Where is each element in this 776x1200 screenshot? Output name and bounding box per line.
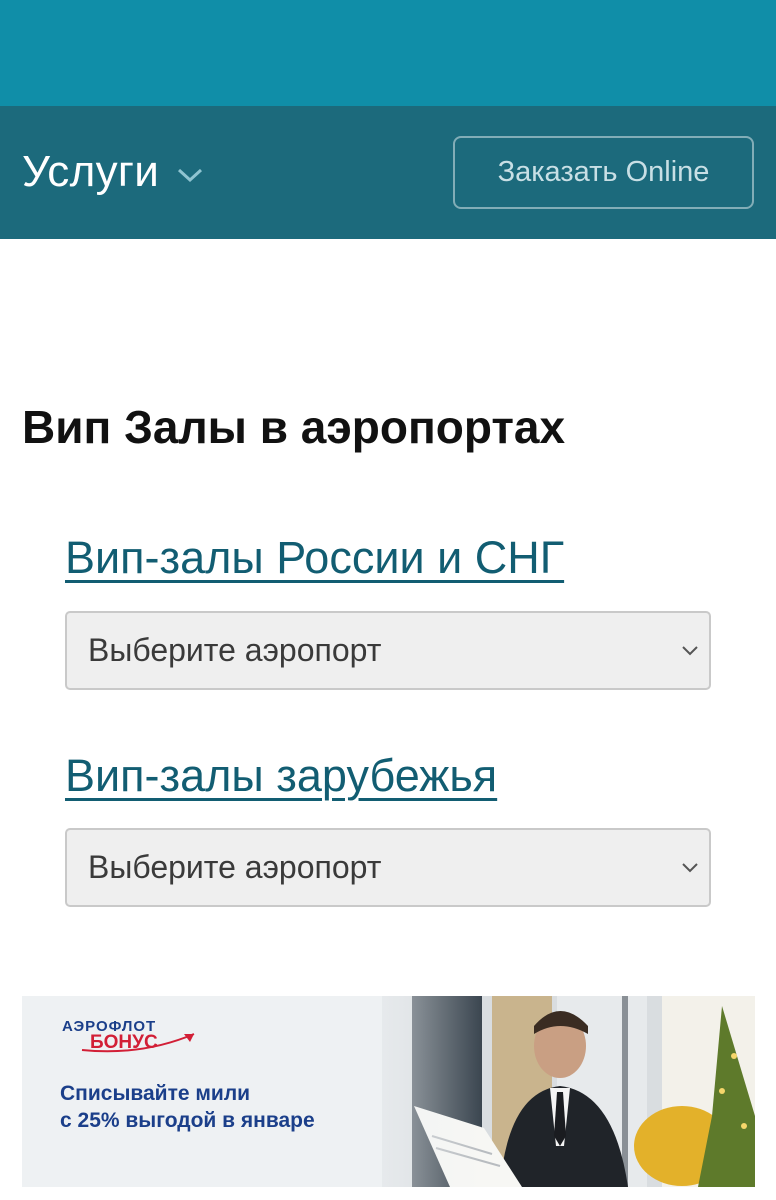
dropdown-arrow-icon [682,863,698,873]
airport-select-value: Выберите аэропорт [88,632,382,668]
chevron-down-icon [178,168,203,183]
airport-select-value: Выберите аэропорт [88,849,382,885]
banner-brand-bonus: БОНУС [90,1032,158,1053]
foreign-lounges-link[interactable]: Вип-залы зарубежья [65,750,497,802]
dropdown-arrow-icon [682,646,698,656]
services-label: Услуги [22,147,160,196]
top-color-band [0,0,776,106]
services-menu-toggle[interactable]: Услуги [22,142,203,202]
page-title: Вип Залы в аэропортах [22,401,566,453]
banner-promo-line-2: с 25% выгодой в январе [60,1109,315,1132]
order-online-button[interactable]: Заказать Online [453,136,754,209]
banner-promo-line-1: Списывайте мили [60,1082,251,1105]
aeroflot-bonus-banner[interactable]: АЭРОФЛОТ БОНУС Списывайте мили с 25% выг… [22,996,755,1187]
foreign-airport-select[interactable]: Выберите аэропорт [65,828,711,907]
russia-airport-select[interactable]: Выберите аэропорт [65,611,711,690]
russia-cis-lounges-link[interactable]: Вип-залы России и СНГ [65,532,564,584]
